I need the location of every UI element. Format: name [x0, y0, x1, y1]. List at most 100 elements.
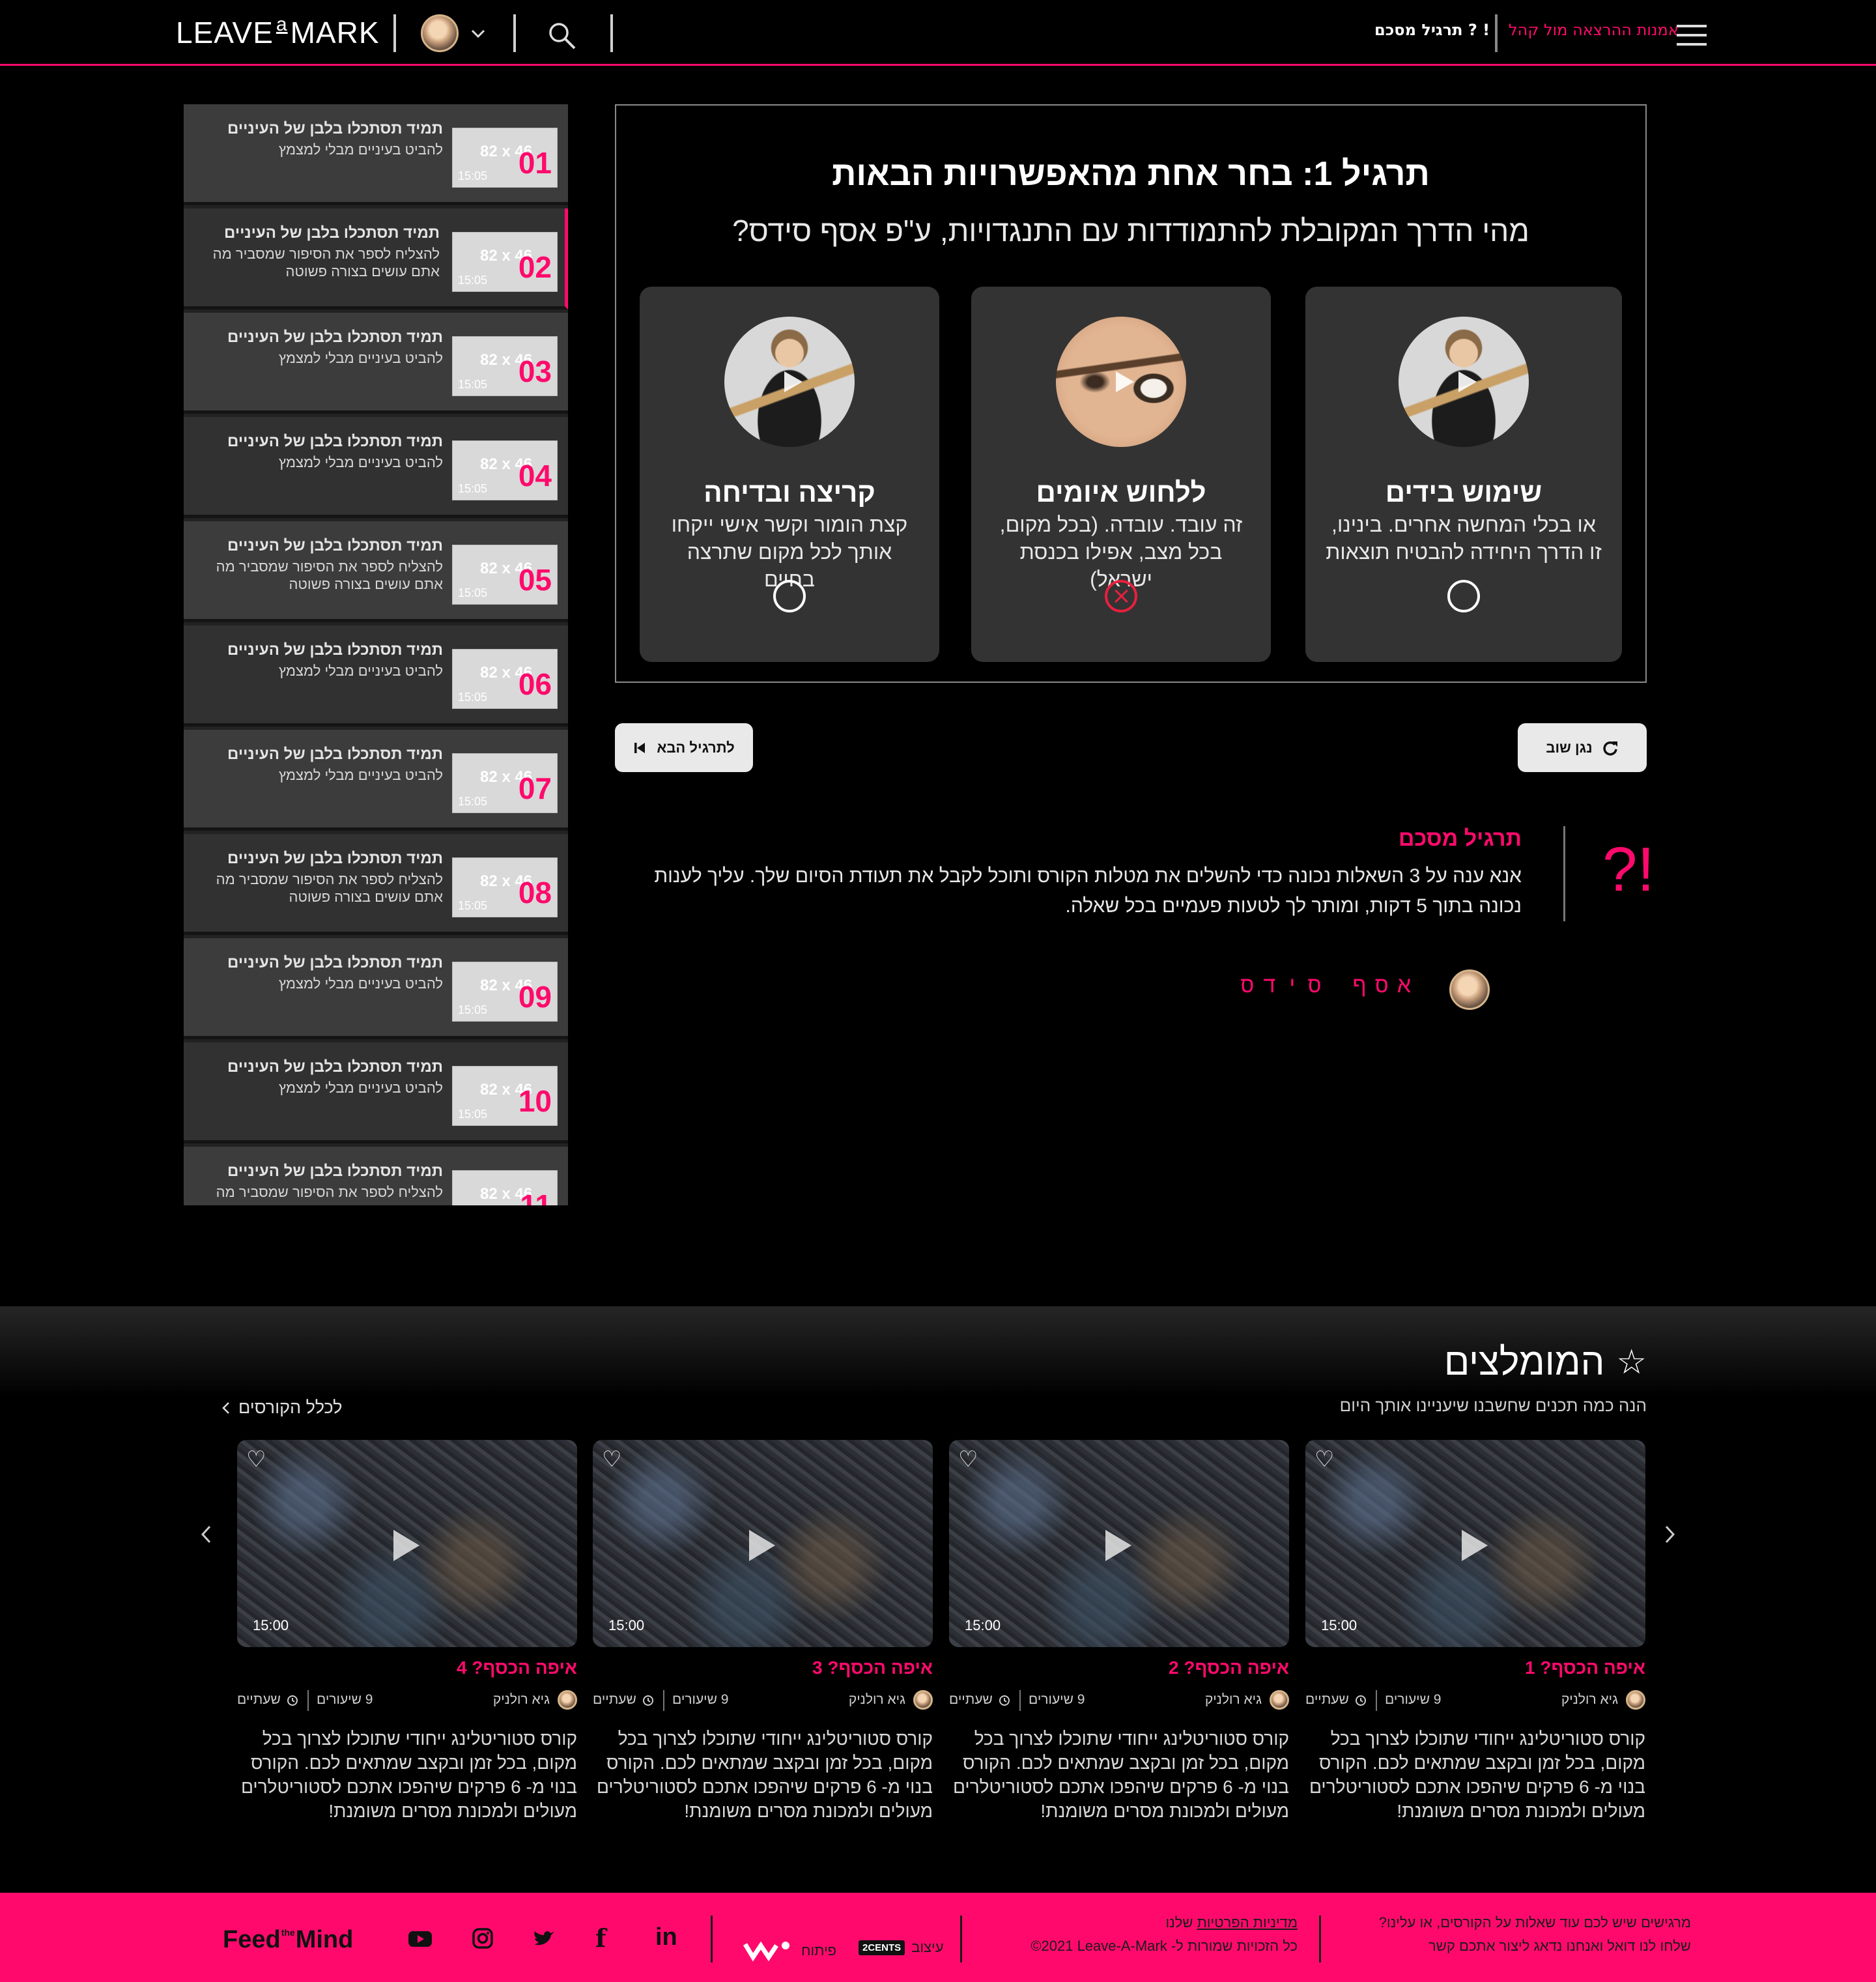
- lesson-item[interactable]: 82 x 46 06 15:05 תמיד תסתכלו בלבן של העיניי…: [184, 625, 568, 726]
- footer-divider: [1319, 1916, 1321, 1962]
- course-hours: שעתיים: [949, 1692, 993, 1707]
- course-title[interactable]: איפה הכסף? 1: [1525, 1658, 1645, 1678]
- lesson-thumbnail[interactable]: 82 x 46 04 15:05: [452, 440, 558, 500]
- replay-label: נגן שוב: [1546, 739, 1593, 756]
- dev-credit[interactable]: פיתוח: [743, 1939, 836, 1962]
- exercise-link[interactable]: ! ? תרגיל מסכם: [1374, 21, 1490, 39]
- lesson-thumbnail[interactable]: 82 x 46 06 15:05: [452, 649, 558, 709]
- course-author-avatar: [913, 1690, 933, 1710]
- facebook-icon[interactable]: f: [595, 1923, 606, 1953]
- lesson-thumbnail[interactable]: 82 x 46 02 15:05: [452, 232, 558, 292]
- play-icon: [1105, 1530, 1131, 1561]
- lesson-item[interactable]: 82 x 46 01 15:05 תמיד תסתכלו בלבן של העיניי…: [184, 104, 568, 205]
- lesson-subtitle: להביט בעיניים מבלי למצמץ: [278, 767, 443, 783]
- lesson-subtitle: להצליח לספר את הסיפור שמסביר מה אתם עושי…: [216, 871, 443, 905]
- option-radio[interactable]: [1447, 580, 1480, 612]
- course-duration: 15:00: [608, 1617, 645, 1633]
- option-card[interactable]: ללחוש איומים זה עובד. עובדה. (בכל מקום, …: [971, 287, 1271, 662]
- course-thumbnail[interactable]: ♡ 15:00: [593, 1440, 933, 1647]
- chevron-down-icon[interactable]: [470, 29, 486, 39]
- search-icon[interactable]: [547, 21, 577, 51]
- chevron-left-icon: [222, 1401, 229, 1414]
- course-description: קורס סטוריטלינג ייחודי שתוכלו לצרוך בכל …: [240, 1729, 577, 1821]
- privacy-policy-link[interactable]: מדיניות הפרטיות: [1197, 1914, 1298, 1931]
- user-avatar[interactable]: [421, 14, 459, 52]
- lesson-thumbnail[interactable]: 82 x 46 05 15:05: [452, 545, 558, 605]
- footer-copyright: ©2021 Leave-A-Mark -כל הזכויות שמורות ל: [1030, 1938, 1298, 1954]
- lesson-item[interactable]: 82 x 46 04 15:05 תמיד תסתכלו בלבן של העיניי…: [184, 417, 568, 518]
- clock-icon: [287, 1695, 298, 1706]
- lesson-thumbnail[interactable]: 82 x 461115:05: [452, 1170, 558, 1205]
- play-icon: [393, 1530, 419, 1561]
- lesson-item[interactable]: 82 x 46 09 15:05 תמיד תסתכלו בלבן של העיניי…: [184, 938, 568, 1039]
- lesson-thumbnail[interactable]: 82 x 46 01 15:05: [452, 128, 558, 188]
- next-exercise-button[interactable]: לתרגיל הבא: [615, 723, 753, 772]
- option-card[interactable]: שימוש בידים או בכלי המחשה אחרים. בינינו,…: [1305, 287, 1622, 662]
- heart-icon[interactable]: ♡: [1315, 1446, 1334, 1472]
- lesson-item[interactable]: 82 x 46 10 15:05 תמיד תסתכלו בלבן של העיניי…: [184, 1042, 568, 1143]
- course-card[interactable]: ♡ 15:00 איפה הכסף? 1 גיא רולניק 9 שיעורים שעת…: [1305, 1440, 1645, 1821]
- replay-button[interactable]: נגן שוב: [1518, 723, 1647, 772]
- course-title[interactable]: איפה הכסף? 2: [1169, 1658, 1289, 1678]
- lesson-title: תמיד תסתכלו בלבן של העיניים: [227, 850, 443, 867]
- lesson-item[interactable]: 82 x 46 02 15:05 תמיד תסתכלו בלבן של העיניי…: [184, 208, 568, 309]
- course-meta: גיא רולניק 9 שיעורים שעתיים: [593, 1690, 933, 1712]
- carousel-prev-icon[interactable]: [199, 1525, 214, 1544]
- lesson-thumbnail[interactable]: 82 x 46 09 15:05: [452, 962, 558, 1022]
- youtube-icon[interactable]: [408, 1930, 433, 1948]
- lesson-thumbnail[interactable]: 82 x 46 07 15:05: [452, 753, 558, 813]
- option-radio[interactable]: [773, 580, 806, 612]
- course-card[interactable]: ♡ 15:00 איפה הכסף? 2 גיא רולניק 9 שיעורים שעת…: [949, 1440, 1289, 1821]
- lesson-title: תמיד תסתכלו בלבן של העיניים: [227, 328, 443, 346]
- course-title[interactable]: איפה הכסף? 3: [812, 1658, 933, 1678]
- footer-contact-line2[interactable]: שלחו לנו דואל ואנחנו נדאג ליצור אתכם קשר: [1428, 1938, 1691, 1955]
- lesson-item[interactable]: 82 x 46 03 15:05 תמיד תסתכלו בלבן של העיניי…: [184, 313, 568, 414]
- lesson-text: תמיד תסתכלו בלבן של העיניים להביט בעיניים…: [195, 641, 443, 680]
- lesson-number: 07: [518, 771, 552, 805]
- linkedin-icon[interactable]: in: [655, 1923, 677, 1951]
- option-card[interactable]: קריצה ובדיחה קצת הומור וקשר אישי ייקחו א…: [640, 287, 939, 662]
- lesson-item[interactable]: 82 x 46 07 15:05 תמיד תסתכלו בלבן של העיניי…: [184, 730, 568, 831]
- design-credit[interactable]: עיצוב 2CENTS: [859, 1939, 944, 1956]
- leave-a-mark-logo[interactable]: LEAVE a MARK: [176, 14, 380, 51]
- lesson-thumbnail[interactable]: 82 x 46 08 15:05: [452, 857, 558, 917]
- lesson-subtitle: להביט בעיניים מבלי למצמץ: [278, 350, 443, 366]
- instagram-icon[interactable]: [472, 1927, 494, 1949]
- lesson-number: 06: [518, 667, 552, 701]
- heart-icon[interactable]: ♡: [958, 1446, 978, 1472]
- lesson-item[interactable]: 82 x 461115:05 תמיד תסתכלו בלבן של העיניי…: [184, 1147, 568, 1205]
- lesson-title: תמיד תסתכלו בלבן של העיניים: [227, 1162, 443, 1180]
- course-card[interactable]: ♡ 15:00 איפה הכסף? 3 גיא רולניק 9 שיעורים שעת…: [593, 1440, 933, 1821]
- all-courses-link[interactable]: לכלל הקורסים: [221, 1398, 342, 1418]
- course-thumbnail[interactable]: ♡ 15:00: [949, 1440, 1289, 1647]
- lesson-thumbnail[interactable]: 82 x 46 10 15:05: [452, 1066, 558, 1126]
- option-video-thumbnail[interactable]: [1056, 317, 1186, 447]
- lesson-item[interactable]: 82 x 46 05 15:05 תמיד תסתכלו בלבן של העיניי…: [184, 521, 568, 622]
- logo-mid: a: [276, 14, 288, 35]
- lesson-subtitle: להצליח לספר את הסיפור שמסביר מה אתם עושי…: [216, 1184, 443, 1205]
- course-description: קורס סטוריטלינג ייחודי שתוכלו לצרוך בכל …: [952, 1729, 1289, 1821]
- option-radio-wrong[interactable]: [1105, 580, 1137, 612]
- course-title[interactable]: איפה הכסף? 4: [457, 1658, 577, 1678]
- hamburger-menu-icon[interactable]: [1677, 25, 1707, 46]
- course-link[interactable]: אמנות ההרצאה מול קהל: [1509, 21, 1679, 39]
- feed-the-mind-logo[interactable]: Feed the Mind: [223, 1926, 353, 1954]
- course-thumbnail[interactable]: ♡ 15:00: [1305, 1440, 1645, 1647]
- twitter-icon[interactable]: [533, 1930, 555, 1948]
- lesson-item[interactable]: 82 x 46 08 15:05 תמיד תסתכלו בלבן של העיניי…: [184, 834, 568, 935]
- lesson-title: תמיד תסתכלו בלבן של העיניים: [227, 1058, 443, 1076]
- lesson-list[interactable]: 82 x 46 01 15:05 תמיד תסתכלו בלבן של העיניי…: [184, 104, 568, 1205]
- footer-contact-line1: מרגישים שיש לכם עוד שאלות על הקורסים, או…: [1378, 1914, 1691, 1931]
- lesson-thumbnail[interactable]: 82 x 46 03 15:05: [452, 336, 558, 396]
- course-card[interactable]: ♡ 15:00 איפה הכסף? 4 גיא רולניק 9 שיעורים שעת…: [237, 1440, 577, 1821]
- author-avatar[interactable]: [1449, 969, 1490, 1010]
- carousel-next-icon[interactable]: [1662, 1525, 1677, 1544]
- option-video-thumbnail[interactable]: [724, 317, 855, 447]
- exercise-panel: תרגיל 1: בחר אחת מהאפשרויות הבאות מהי הד…: [615, 104, 1647, 683]
- lesson-subtitle: להצליח לספר את הסיפור שמסביר מה אתם עושי…: [212, 246, 440, 280]
- heart-icon[interactable]: ♡: [602, 1446, 621, 1472]
- heart-icon[interactable]: ♡: [246, 1446, 266, 1472]
- option-video-thumbnail[interactable]: [1399, 317, 1529, 447]
- lesson-text: תמיד תסתכלו בלבן של העיניים להביט בעיניים…: [195, 1058, 443, 1097]
- course-thumbnail[interactable]: ♡ 15:00: [237, 1440, 577, 1647]
